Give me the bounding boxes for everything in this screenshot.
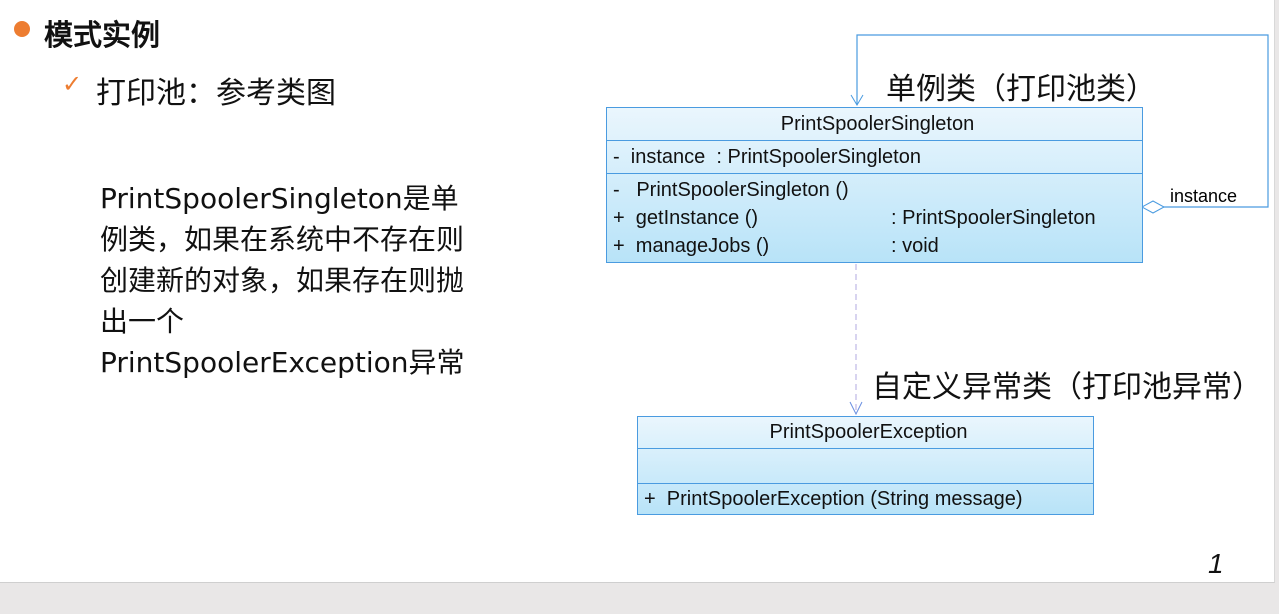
singleton-caption: 单例类（打印池类） [886, 73, 1156, 106]
slide: 模式实例 ✓ 打印池：参考类图 PrintSpoolerSingleton是单例… [0, 0, 1275, 583]
class-name: PrintSpoolerException [769, 421, 968, 443]
exception-caption: 自定义异常类（打印池异常） [872, 371, 1262, 404]
class-name: PrintSpoolerSingleton [780, 113, 975, 135]
empty-attributes [638, 448, 1093, 483]
association-label: instance [1170, 186, 1238, 206]
page-number: 1 [1208, 548, 1224, 579]
operation: + PrintSpoolerException (String message) [644, 488, 1023, 510]
class-print-spooler-singleton[interactable]: PrintSpoolerSingleton - instance : Print… [606, 107, 1143, 263]
class-print-spooler-exception[interactable]: PrintSpoolerException + PrintSpoolerExce… [637, 416, 1094, 515]
attribute: - instance : PrintSpoolerSingleton [613, 146, 921, 168]
operation: + getInstance (): PrintSpoolerSingleton [613, 207, 1096, 229]
aggregation-diamond-icon [1140, 200, 1166, 214]
operation: - PrintSpoolerSingleton () [613, 179, 849, 201]
operation: + manageJobs (): void [613, 235, 939, 257]
